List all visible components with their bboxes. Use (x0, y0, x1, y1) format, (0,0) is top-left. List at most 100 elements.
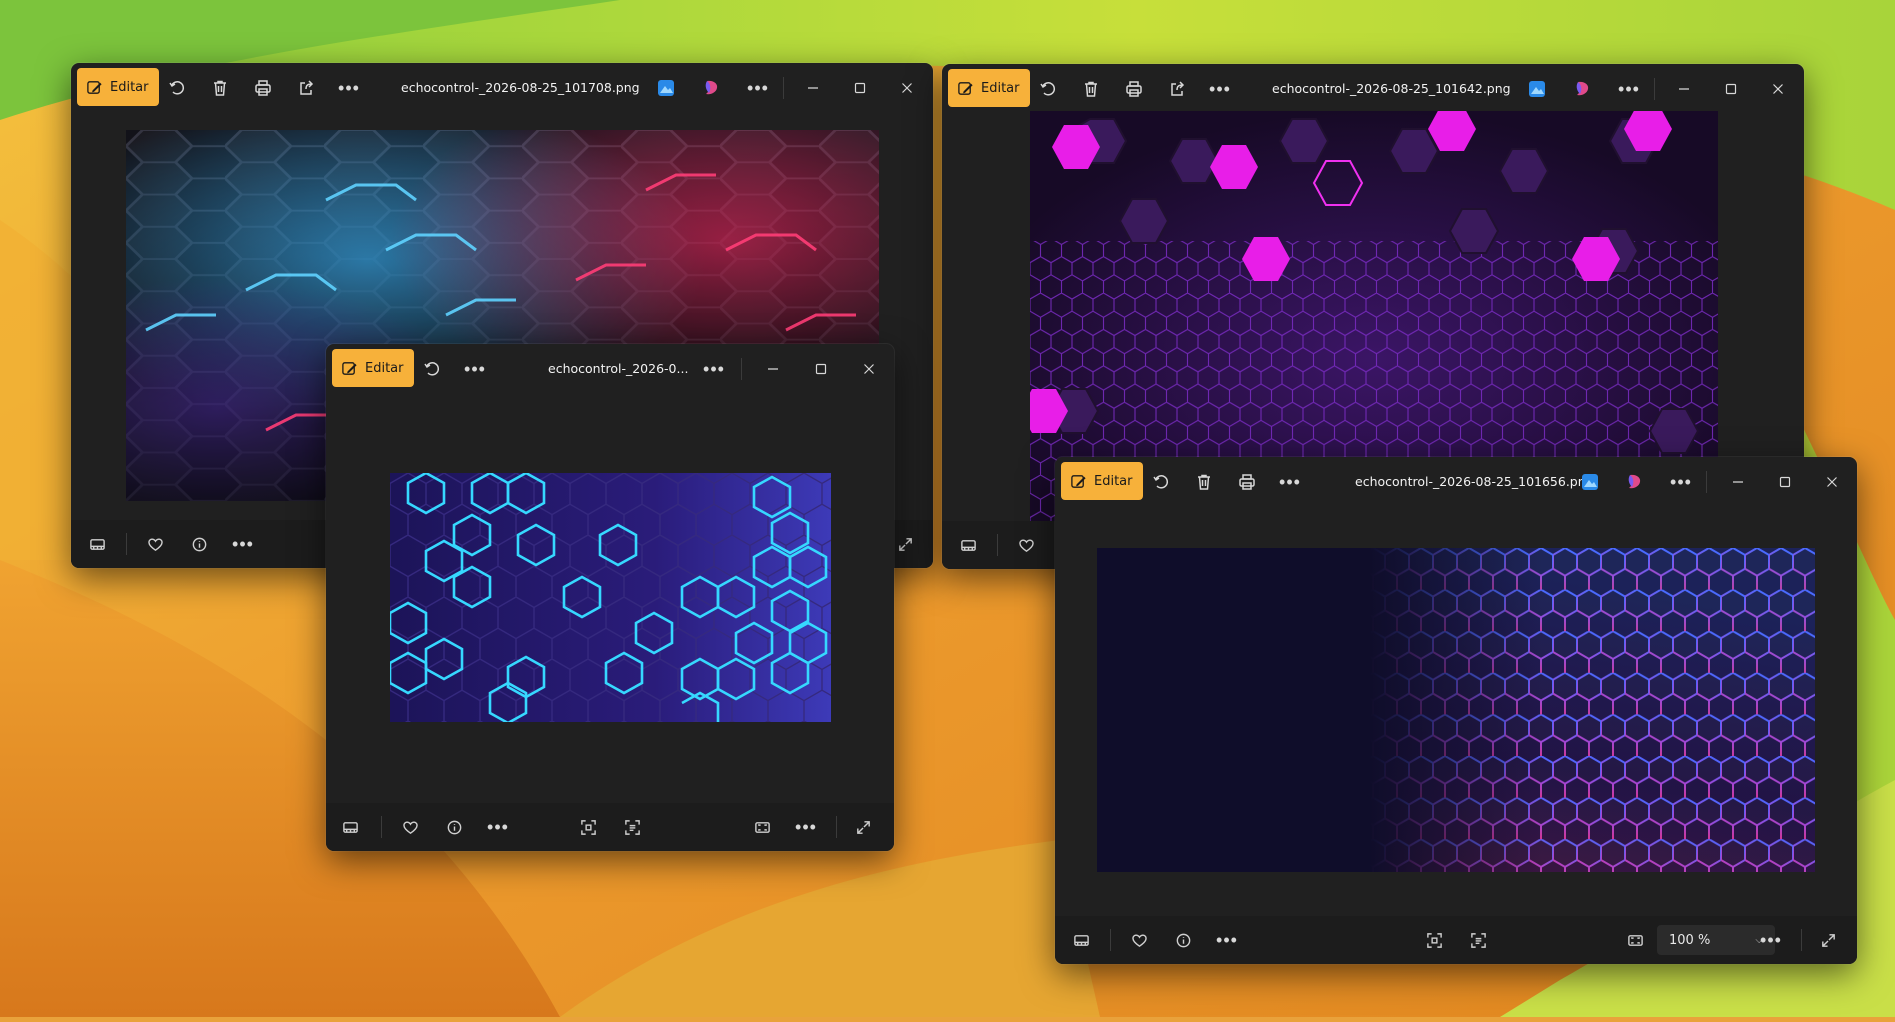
more-icon: ••• (1279, 472, 1301, 492)
rotate-button[interactable] (418, 355, 446, 383)
crop-button[interactable] (1420, 926, 1448, 954)
maximize-button[interactable] (798, 344, 844, 394)
more-button-bottom-2[interactable]: ••• (792, 813, 820, 841)
more-icon: ••• (464, 359, 486, 379)
ocr-button[interactable] (1464, 926, 1492, 954)
more-button-bottom-2[interactable]: ••• (1757, 926, 1785, 954)
more-icon: ••• (1670, 472, 1692, 492)
close-button[interactable] (884, 63, 930, 113)
share-button[interactable] (292, 74, 320, 102)
favorite-icon (402, 820, 418, 834)
photos-window-3[interactable]: Editar ••• echocontrol-_2026-0... ••• ••… (326, 344, 894, 851)
copilot-icon[interactable] (1625, 472, 1645, 492)
print-button[interactable] (249, 74, 277, 102)
delete-button[interactable] (1190, 468, 1218, 496)
more-icon: ••• (1760, 930, 1782, 950)
filmstrip-icon (1073, 934, 1089, 946)
favorite-button[interactable] (1012, 531, 1040, 559)
edit-button[interactable]: Editar (948, 69, 1030, 107)
info-icon (1176, 933, 1190, 947)
close-button[interactable] (1809, 457, 1855, 507)
edit-button[interactable]: Editar (1061, 462, 1143, 500)
photos-app-icon[interactable] (1580, 472, 1600, 492)
fullscreen-button[interactable] (1814, 926, 1842, 954)
more-button-2[interactable]: ••• (744, 74, 772, 102)
maximize-button[interactable] (1708, 64, 1754, 114)
maximize-button[interactable] (1762, 457, 1808, 507)
print-button[interactable] (1120, 75, 1148, 103)
share-button[interactable] (1163, 75, 1191, 103)
title-bar[interactable]: Editar ••• echocontrol-_2026-0... ••• (326, 344, 894, 394)
window-title: echocontrol-_2026-08-25_101708.png (401, 80, 640, 95)
rotate-button[interactable] (1034, 75, 1062, 103)
title-bar[interactable]: Editar ••• echocontrol-_2026-08-25_10170… (71, 63, 933, 113)
delete-icon (1198, 474, 1210, 490)
crop-button[interactable] (574, 813, 602, 841)
copilot-icon[interactable] (1573, 79, 1593, 99)
print-icon (1239, 474, 1255, 490)
filmstrip-button[interactable] (83, 530, 111, 558)
separator (1801, 929, 1802, 951)
copilot-icon[interactable] (702, 78, 722, 98)
rotate-button[interactable] (1147, 468, 1175, 496)
filmstrip-icon (342, 821, 358, 833)
info-button[interactable] (440, 813, 468, 841)
title-bar[interactable]: Editar ••• echocontrol-_2026-08-25_10164… (942, 64, 1804, 114)
info-button[interactable] (185, 530, 213, 558)
edit-button[interactable]: Editar (332, 349, 414, 387)
photo-canvas[interactable] (1097, 548, 1815, 872)
info-button[interactable] (1169, 926, 1197, 954)
print-button[interactable] (1233, 468, 1261, 496)
maximize-button[interactable] (837, 63, 883, 113)
more-button-bottom[interactable]: ••• (229, 530, 257, 558)
edit-button[interactable]: Editar (77, 68, 159, 106)
photos-app-icon[interactable] (656, 78, 676, 98)
minimize-button[interactable] (790, 63, 836, 113)
fit-button[interactable] (748, 813, 776, 841)
separator (836, 816, 837, 838)
crop-icon (580, 819, 596, 835)
fullscreen-button[interactable] (849, 813, 877, 841)
close-button[interactable] (846, 344, 892, 394)
fit-button[interactable] (1621, 926, 1649, 954)
more-button-2[interactable]: ••• (1667, 468, 1695, 496)
filmstrip-button[interactable] (1067, 926, 1095, 954)
favorite-button[interactable] (396, 813, 424, 841)
minimize-icon (1679, 88, 1689, 90)
favorite-button[interactable] (141, 530, 169, 558)
rotate-button[interactable] (163, 74, 191, 102)
more-button-2[interactable]: ••• (1615, 75, 1643, 103)
minimize-button[interactable] (1661, 64, 1707, 114)
title-bar[interactable]: Editar ••• echocontrol-_2026-08-25_10165… (1055, 457, 1857, 507)
rotate-icon (1040, 82, 1056, 96)
delete-button[interactable] (1077, 75, 1105, 103)
favorite-button[interactable] (1125, 926, 1153, 954)
more-button[interactable]: ••• (461, 355, 489, 383)
maximize-icon (854, 82, 866, 94)
photos-app-icon[interactable] (1527, 79, 1547, 99)
delete-icon (1085, 81, 1097, 97)
delete-button[interactable] (206, 74, 234, 102)
edit-icon (342, 361, 357, 375)
filmstrip-button[interactable] (336, 813, 364, 841)
minimize-button[interactable] (750, 344, 796, 394)
more-button-2[interactable]: ••• (700, 355, 728, 383)
share-icon (1171, 81, 1185, 96)
more-button[interactable]: ••• (1206, 75, 1234, 103)
edit-label: Editar (110, 79, 149, 95)
close-button[interactable] (1755, 64, 1801, 114)
close-icon (902, 83, 912, 93)
ocr-button[interactable] (618, 813, 646, 841)
info-icon (192, 537, 206, 551)
fullscreen-button[interactable] (891, 530, 919, 558)
more-icon: ••• (232, 534, 254, 554)
photos-window-4[interactable]: Editar ••• echocontrol-_2026-08-25_10165… (1055, 457, 1857, 964)
minimize-button[interactable] (1715, 457, 1761, 507)
separator (126, 533, 127, 555)
more-button[interactable]: ••• (335, 74, 363, 102)
more-button-bottom[interactable]: ••• (1213, 926, 1241, 954)
more-button[interactable]: ••• (1276, 468, 1304, 496)
more-button-bottom[interactable]: ••• (484, 813, 512, 841)
photo-canvas[interactable] (390, 473, 831, 722)
filmstrip-button[interactable] (954, 531, 982, 559)
